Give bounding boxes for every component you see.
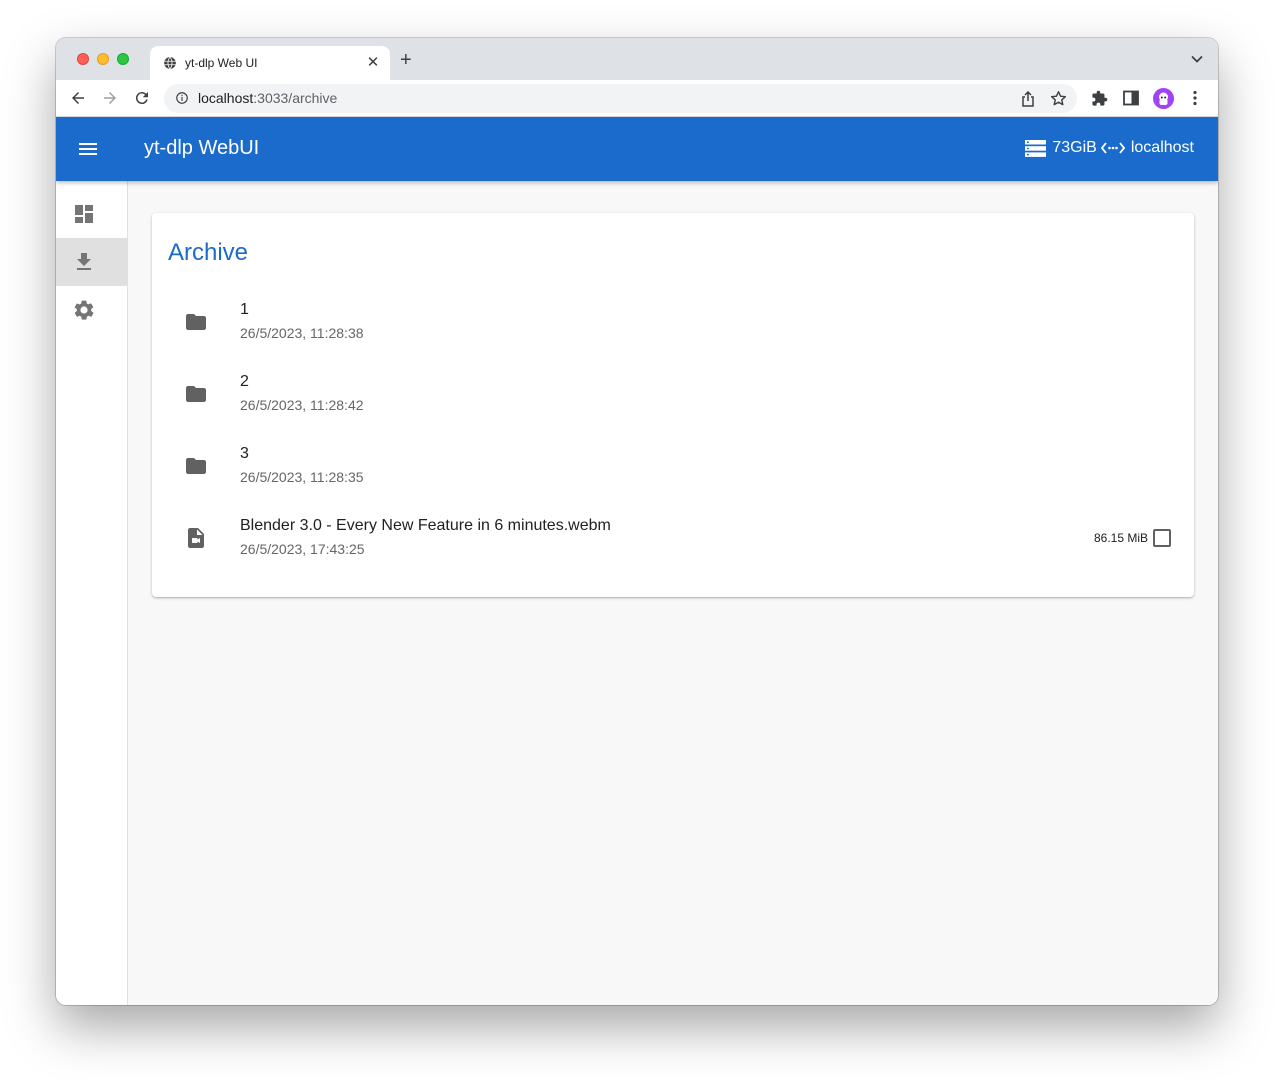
item-date: 26/5/2023, 11:28:35 [240,469,364,485]
select-checkbox[interactable] [1153,529,1171,547]
file-size: 86.15 MiB [1093,531,1148,545]
dashboard-icon [75,205,93,223]
folder-icon [186,458,206,474]
bookmark-star-icon[interactable] [1050,90,1067,107]
main-content: Archive 1 26/5/2023, 11:28:38 2 26/5/202… [128,181,1218,1005]
video-file-icon [188,528,204,548]
tab-title: yt-dlp Web UI [185,56,258,70]
list-item[interactable]: 3 26/5/2023, 11:28:35 [152,429,1194,501]
profile-avatar-icon [1159,92,1168,105]
hamburger-menu-icon[interactable] [76,137,100,161]
list-item[interactable]: 2 26/5/2023, 11:28:42 [152,357,1194,429]
tab-search-chevron-icon[interactable] [1191,55,1203,63]
new-tab-icon[interactable]: + [400,50,412,70]
list-item[interactable]: 1 26/5/2023, 11:28:38 [152,285,1194,357]
forward-arrow-icon[interactable] [101,89,119,107]
item-name: 3 [240,445,249,462]
item-date: 26/5/2023, 17:43:25 [240,541,365,557]
extensions-puzzle-icon[interactable] [1091,90,1108,107]
connection-icon [1100,142,1125,154]
back-arrow-icon[interactable] [69,89,87,107]
item-name: Blender 3.0 - Every New Feature in 6 min… [240,517,611,534]
side-panel-icon[interactable] [1123,90,1139,106]
close-window-button[interactable] [77,53,89,65]
tab-strip: yt-dlp Web UI ✕ + [56,38,1218,80]
url-text[interactable]: localhost:3033/archive [198,90,337,106]
address-bar[interactable]: localhost:3033/archive [164,84,1077,113]
browser-window: yt-dlp Web UI ✕ + localhost:3033/archive [56,38,1218,1005]
reload-icon[interactable] [133,89,151,107]
list-item[interactable]: Blender 3.0 - Every New Feature in 6 min… [152,501,1194,573]
item-name: 2 [240,373,249,390]
settings-icon [74,300,94,320]
globe-icon [164,56,176,70]
tab-close-icon[interactable]: ✕ [365,53,381,71]
folder-icon [186,386,206,402]
minimize-window-button[interactable] [97,53,109,65]
share-icon[interactable] [1021,91,1035,107]
item-name: 1 [240,301,249,318]
archive-title: Archive [168,239,249,266]
item-date: 26/5/2023, 11:28:38 [240,325,364,341]
browser-menu-icon[interactable] [1193,90,1197,106]
storage-icon [1025,139,1047,157]
sidebar-item-dashboard[interactable] [56,190,127,238]
browser-tab[interactable]: yt-dlp Web UI ✕ [150,46,390,80]
app-bar: yt-dlp WebUI 73GiB localhost [56,117,1218,181]
server-status: 73GiB localhost [1025,139,1194,157]
folder-icon [186,314,206,330]
sidebar [56,181,128,1005]
item-date: 26/5/2023, 11:28:42 [240,397,364,413]
sidebar-item-settings[interactable] [56,286,127,334]
maximize-window-button[interactable] [117,53,129,65]
download-icon [77,253,91,270]
site-info-icon[interactable] [175,91,189,105]
server-host-label: localhost [1130,139,1194,156]
archive-card: Archive 1 26/5/2023, 11:28:38 2 26/5/202… [152,213,1194,597]
sidebar-item-archive[interactable] [56,238,127,286]
browser-toolbar: localhost:3033/archive [56,80,1218,117]
app-title: yt-dlp WebUI [144,137,260,159]
free-space-label: 73GiB [1052,139,1097,156]
profile-avatar[interactable] [1153,88,1174,109]
